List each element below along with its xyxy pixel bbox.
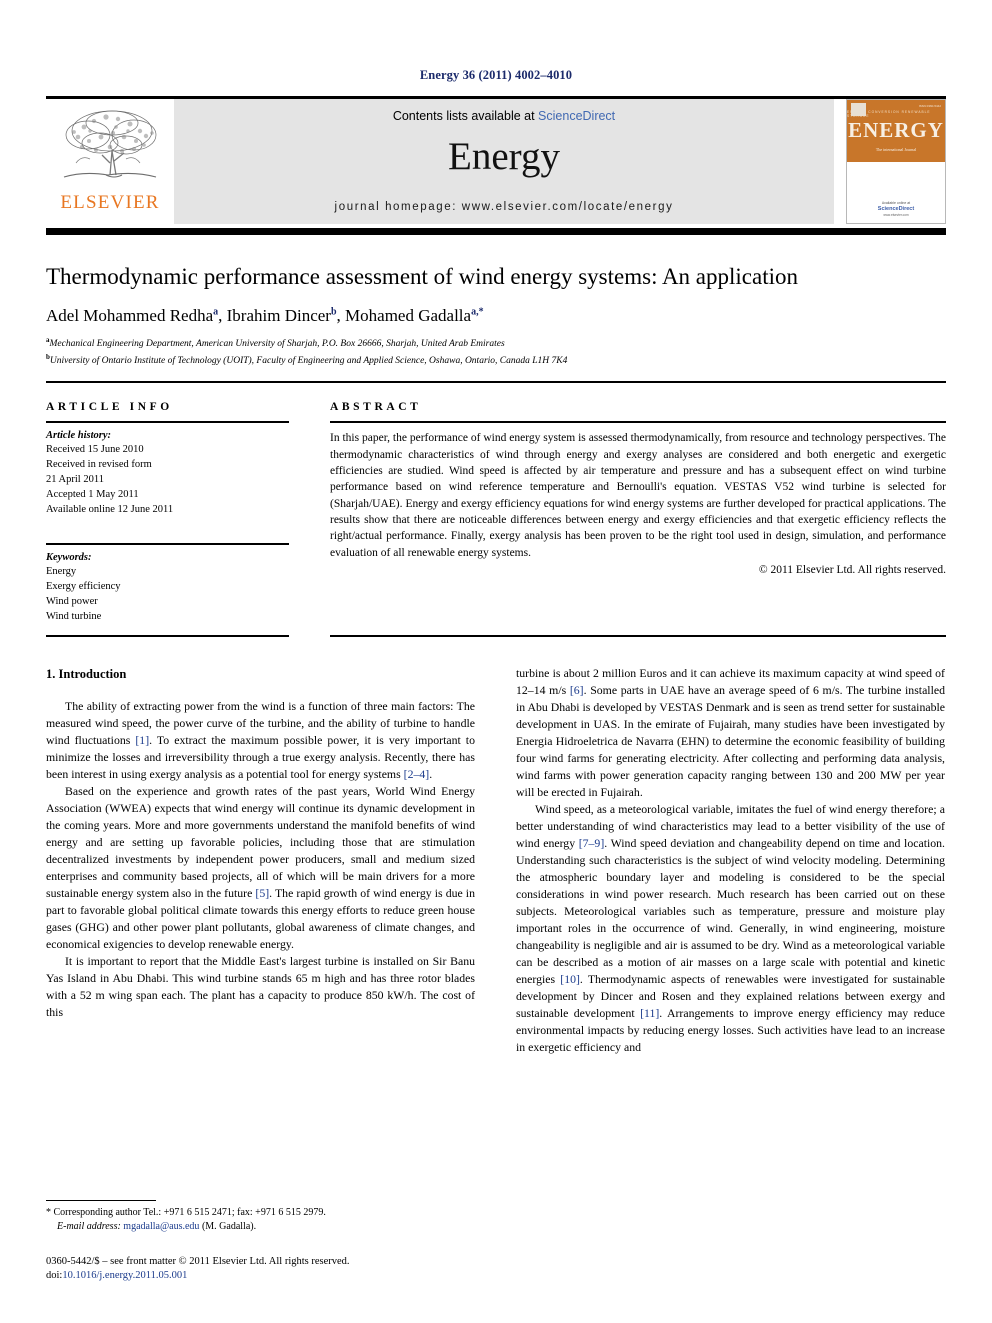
journal-homepage-line[interactable]: journal homepage: www.elsevier.com/locat…	[335, 201, 674, 213]
elsevier-logo: ELSEVIER	[46, 99, 174, 224]
footnote-rule	[46, 1199, 156, 1201]
title-block: Thermodynamic performance assessment of …	[46, 235, 946, 368]
author-affiliation-mark: b	[330, 305, 337, 317]
page-title: Thermodynamic performance assessment of …	[46, 264, 798, 289]
author-name: Ibrahim Dincer	[226, 305, 331, 325]
abstract-rule	[330, 421, 946, 424]
email-note: E-mail address: mgadalla@aus.edu (M. Gad…	[46, 1220, 475, 1235]
doi-line: doi:10.1016/j.energy.2011.05.001	[46, 1269, 475, 1284]
cover-sciencedirect-logo-icon: ScienceDirect	[877, 206, 915, 212]
article-history-item: Received 15 June 2010	[46, 444, 144, 456]
cover-bottom-panel: Available online at ScienceDirect www.el…	[847, 162, 945, 223]
citation-link[interactable]: [10]	[560, 972, 580, 986]
article-info-rule	[46, 421, 289, 424]
author-affiliation-mark: a,*	[471, 305, 484, 317]
email-label: E-mail address:	[57, 1221, 121, 1233]
body-paragraph: Based on the experience and growth rates…	[46, 784, 475, 952]
affiliation-text: University of Ontario Institute of Techn…	[49, 355, 568, 366]
sciencedirect-link[interactable]: ScienceDirect	[538, 109, 615, 123]
body-paragraph: turbine is about 2 million Euros and it …	[516, 666, 946, 800]
affiliation-item: bUniversity of Ontario Institute of Tech…	[46, 352, 946, 369]
info-abstract-section: ARTICLE INFO Article history: Received 1…	[46, 383, 946, 624]
keywords-rule	[46, 543, 289, 546]
author-name: Adel Mohammed Redha	[46, 305, 214, 325]
doi-label: doi:	[46, 1270, 63, 1282]
citation-link[interactable]: [1]	[135, 733, 149, 747]
article-history-heading: Article history:	[46, 430, 112, 442]
cover-url: www.elsevier.com	[883, 213, 909, 217]
body-columns: 1. Introduction The ability of extractin…	[46, 665, 946, 1056]
abstract-label: ABSTRACT	[330, 401, 422, 414]
author-affiliation-mark: a	[213, 305, 219, 317]
issn-line: 0360-5442/$ – see front matter © 2011 El…	[46, 1255, 350, 1267]
doi-link[interactable]: 10.1016/j.energy.2011.05.001	[62, 1270, 187, 1281]
article-history-item: Available online 12 June 2011	[46, 504, 174, 516]
journal-title: Energy	[448, 135, 560, 178]
article-history-item: Accepted 1 May 2011	[46, 489, 139, 501]
keyword-item: Wind turbine	[46, 611, 102, 623]
author-name: Mohamed Gadalla	[345, 305, 472, 325]
journal-cover-thumbnail: ISSN 0360-5442 ENERGY CONVERSION RENEWAB…	[846, 99, 946, 224]
section-heading-introduction: 1. Introduction	[46, 667, 127, 682]
contents-prefix: Contents lists available at	[392, 109, 539, 123]
article-info-label: ARTICLE INFO	[46, 401, 173, 414]
masthead-bottom-rule	[46, 228, 946, 235]
corresponding-author-note: * Corresponding author Tel.: +971 6 515 …	[46, 1206, 326, 1218]
elsevier-wordmark: ELSEVIER	[60, 192, 160, 213]
citation-link[interactable]: [6]	[570, 683, 584, 697]
abstract-bottom-rules	[46, 635, 946, 638]
cover-elsevier-badge-icon	[851, 103, 866, 116]
cover-journal-title: ENERGY	[848, 118, 944, 142]
affiliation-item: aMechanical Engineering Department, Amer…	[46, 335, 946, 352]
email-suffix: (M. Gadalla).	[201, 1221, 257, 1233]
abstract-column: ABSTRACT In this paper, the performance …	[330, 401, 946, 624]
keywords-heading: Keywords:	[46, 552, 92, 564]
info-bottom-rule	[46, 635, 289, 638]
cover-journal-subtitle: The international Journal	[875, 147, 917, 152]
footnote-block: * Corresponding author Tel.: +971 6 515 …	[46, 1199, 475, 1284]
affiliation-text: Mechanical Engineering Department, Ameri…	[49, 338, 505, 349]
cover-issue-tag: ISSN 0360-5442	[918, 104, 941, 108]
contents-lists-line: Contents lists available at ScienceDirec…	[393, 109, 615, 123]
author-list: Adel Mohammed Redhaa, Ibrahim Dincerb, M…	[46, 305, 484, 325]
body-left-column: 1. Introduction The ability of extractin…	[46, 665, 475, 1056]
citation-link[interactable]: [2–4]	[404, 767, 430, 781]
abstract-bottom-rule	[330, 635, 946, 638]
keyword-item: Exergy efficiency	[46, 581, 121, 593]
body-right-column: turbine is about 2 million Euros and it …	[516, 665, 945, 1056]
email-link[interactable]: mgadalla@aus.edu	[123, 1221, 199, 1232]
affiliation-list: aMechanical Engineering Department, Amer…	[46, 335, 946, 369]
paper-page: Energy 36 (2011) 4002–4010 ELSEVIER Cont…	[0, 0, 992, 1323]
article-history-item: 21 April 2011	[46, 474, 104, 486]
keyword-item: Energy	[46, 566, 77, 578]
citation-link[interactable]: [5]	[255, 886, 269, 900]
masthead-center-panel: Contents lists available at ScienceDirec…	[174, 99, 834, 224]
running-head: Energy 36 (2011) 4002–4010	[419, 68, 573, 82]
abstract-text: In this paper, the performance of wind e…	[330, 432, 946, 559]
journal-masthead: ELSEVIER Contents lists available at Sci…	[46, 99, 946, 224]
citation-link[interactable]: [7–9]	[579, 836, 605, 850]
keyword-item: Wind power	[46, 596, 98, 608]
cover-top-band: ISSN 0360-5442 ENERGY CONVERSION RENEWAB…	[847, 100, 945, 162]
abstract-copyright: © 2011 Elsevier Ltd. All rights reserved…	[758, 564, 946, 577]
body-paragraph: Wind speed, as a meteorological variable…	[516, 802, 945, 1055]
article-info-column: ARTICLE INFO Article history: Received 1…	[46, 401, 289, 624]
body-paragraph: The ability of extracting power from the…	[46, 699, 475, 782]
article-history-item: Received in revised form	[46, 459, 152, 471]
elsevier-tree-icon	[63, 110, 157, 178]
cover-sd-label: Available online at	[881, 201, 911, 205]
body-paragraph: It is important to report that the Middl…	[46, 954, 475, 1020]
citation-link[interactable]: [11]	[640, 1006, 659, 1020]
issn-copyright-block: 0360-5442/$ – see front matter © 2011 El…	[46, 1255, 475, 1284]
